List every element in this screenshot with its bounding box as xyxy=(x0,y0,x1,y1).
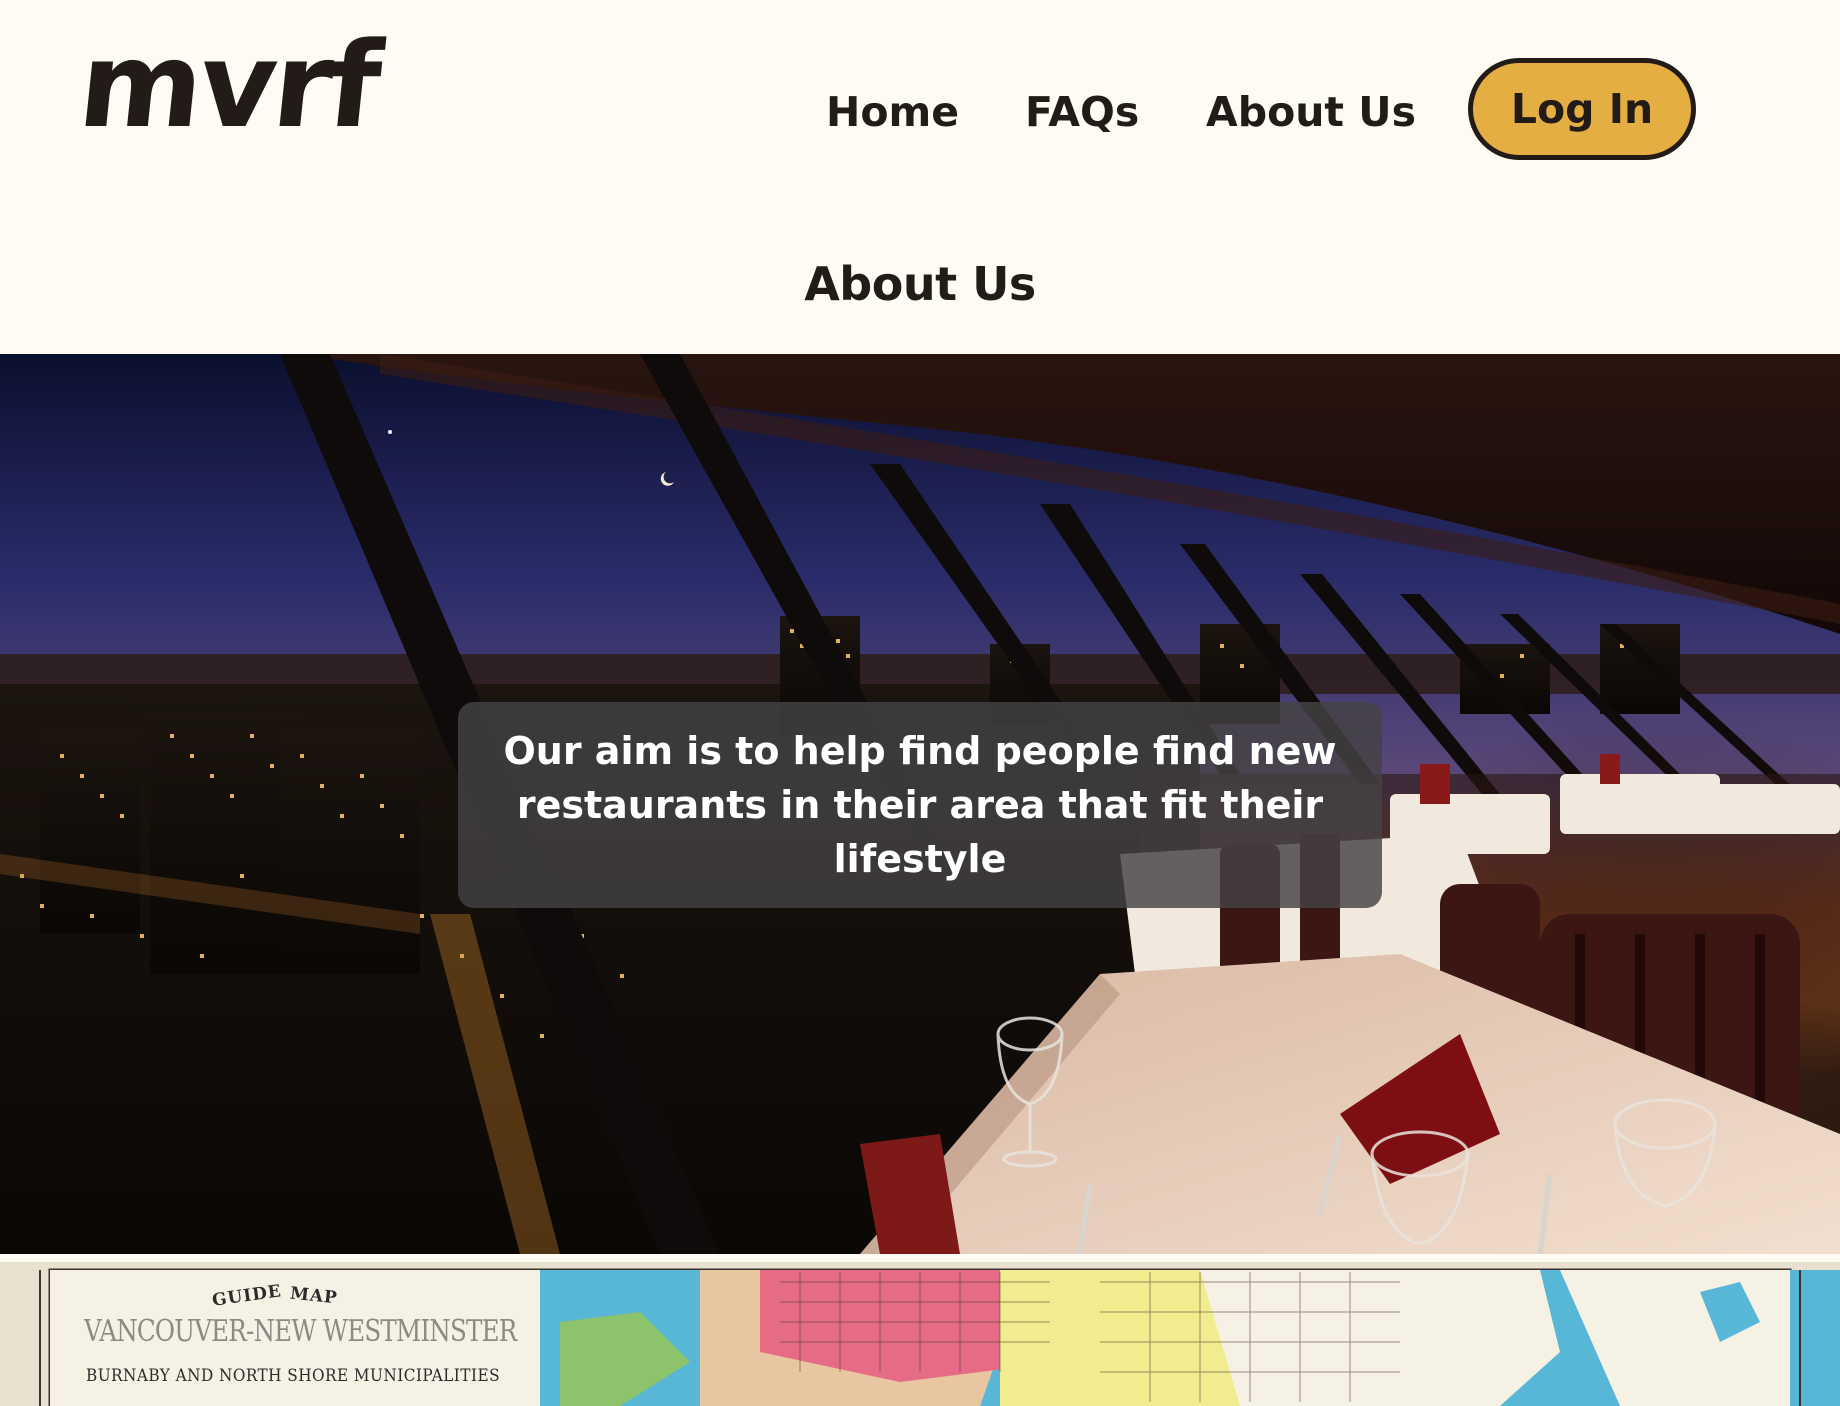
hero-section: Our aim is to help find people find new … xyxy=(0,354,1840,1254)
login-button[interactable]: Log In xyxy=(1468,58,1696,160)
map-section: GUIDE MAP VANCOUVER-NEW WESTMINSTER BURN… xyxy=(0,1262,1840,1406)
site-logo[interactable]: mvrf xyxy=(73,16,385,154)
nav-link-faqs[interactable]: FAQs xyxy=(1025,84,1139,140)
nav-link-about-us[interactable]: About Us xyxy=(1206,84,1416,140)
map-title: VANCOUVER-NEW WESTMINSTER xyxy=(84,1314,517,1349)
map-subtitle: BURNABY AND NORTH SHORE MUNICIPALITIES xyxy=(86,1366,500,1386)
page-title: About Us xyxy=(804,257,1036,311)
site-header: mvrf Home FAQs About Us Log In xyxy=(0,0,1840,200)
nav-link-home[interactable]: Home xyxy=(826,84,959,140)
hero-caption: Our aim is to help find people find new … xyxy=(458,702,1382,908)
